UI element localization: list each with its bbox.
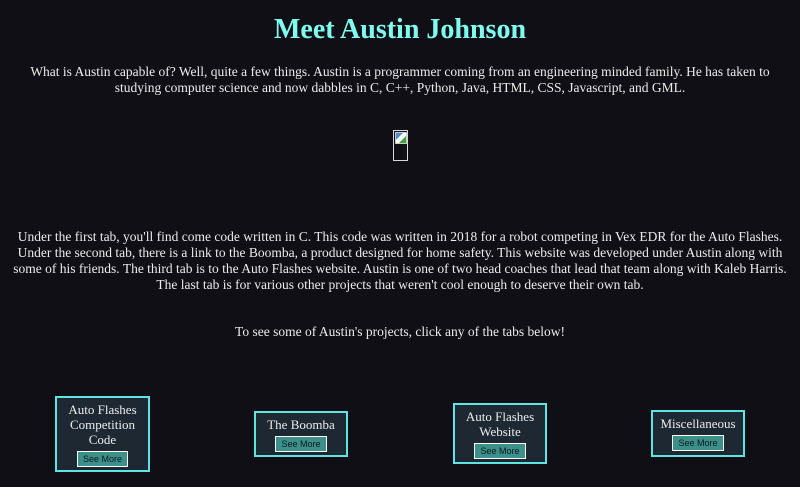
tab-auto-flashes-website[interactable]: Auto Flashes Website See More xyxy=(453,403,547,464)
see-more-button[interactable]: See More xyxy=(672,435,724,451)
tab-auto-flashes-competition-code[interactable]: Auto Flashes Competition Code See More xyxy=(55,396,150,472)
see-more-button[interactable]: See More xyxy=(76,450,129,467)
page: Meet Austin Johnson What is Austin capab… xyxy=(0,0,800,487)
tab-title: Miscellaneous xyxy=(660,416,736,431)
call-to-action: To see some of Austin's projects, click … xyxy=(235,324,565,339)
see-more-button[interactable]: See More xyxy=(474,442,526,459)
intro-paragraph: What is Austin capable of? Well, quite a… xyxy=(30,64,770,95)
tab-the-boomba[interactable]: The Boomba See More xyxy=(254,411,348,457)
tab-title: The Boomba xyxy=(267,416,335,432)
see-more-button[interactable]: See More xyxy=(275,435,327,452)
tab-title: Auto Flashes Website xyxy=(465,408,535,439)
profile-image xyxy=(393,130,408,161)
page-title: Meet Austin Johnson xyxy=(273,14,527,45)
tab-miscellaneous[interactable]: Miscellaneous See More xyxy=(651,410,745,457)
tabs-description: Under the first tab, you'll find come co… xyxy=(13,229,787,292)
tab-title: Auto Flashes Competition Code xyxy=(68,401,137,447)
broken-image-icon xyxy=(395,132,407,144)
